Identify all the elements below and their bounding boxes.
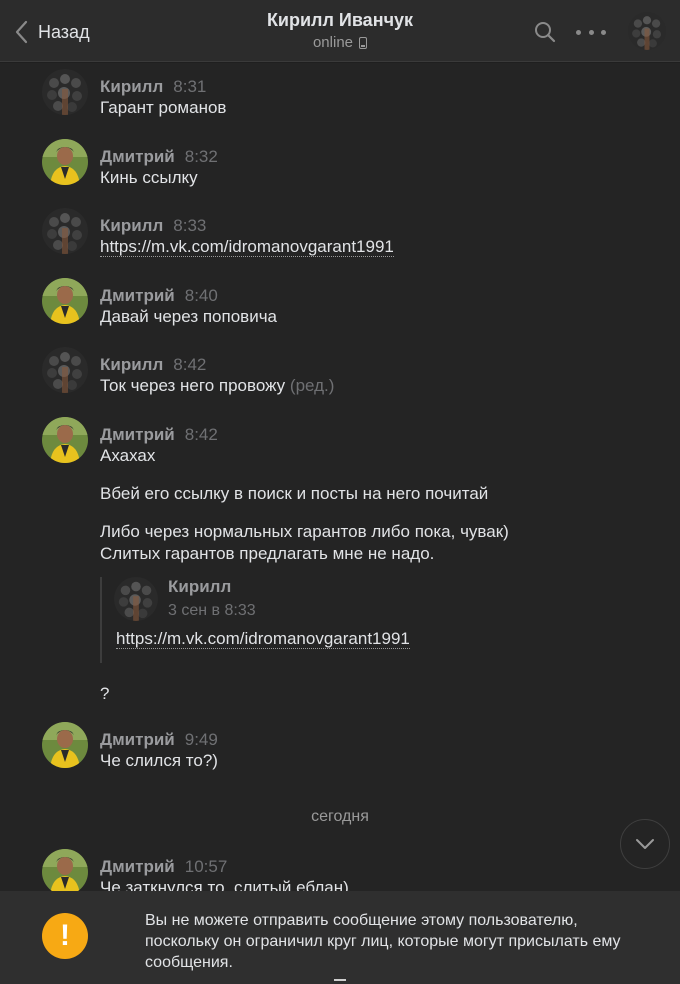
- author-avatar[interactable]: [42, 139, 88, 185]
- warning-icon: !: [42, 913, 88, 959]
- forwarded-message[interactable]: Кирилл 3 сен в 8:33 https://m.vk.com/idr…: [100, 577, 660, 663]
- message-text: Кинь ссылку: [100, 168, 198, 187]
- author-name[interactable]: Дмитрий: [100, 730, 175, 750]
- more-dot-icon: [588, 29, 594, 35]
- author-avatar[interactable]: [42, 278, 88, 324]
- date-separator: сегодня: [311, 808, 369, 825]
- scroll-down-button[interactable]: [620, 819, 670, 869]
- search-button[interactable]: [533, 20, 557, 44]
- author-name[interactable]: Кирилл: [100, 355, 163, 375]
- message-item: Дмитрий 8:32 Кинь ссылку: [42, 139, 662, 195]
- more-dot-icon: [576, 29, 581, 35]
- back-button[interactable]: Назад: [14, 18, 90, 46]
- message-text: Ахахах: [100, 446, 156, 465]
- message-text: Ток через него провожу: [100, 376, 286, 395]
- author-name[interactable]: Дмитрий: [100, 286, 175, 306]
- edited-label: (ред.): [289, 376, 335, 395]
- top-bar: Назад Кирилл Иванчук online: [0, 0, 680, 62]
- message-text: Че заткнулся то, слитый еблан): [100, 878, 349, 891]
- message-text: Вбей его ссылку в поиск и посты на него …: [100, 484, 489, 503]
- author-avatar[interactable]: [42, 69, 88, 115]
- forwarded-link[interactable]: https://m.vk.com/idromanovgarant1991: [116, 629, 410, 649]
- notice-text: Вы не можете отправить сообщение этому п…: [145, 912, 621, 971]
- search-icon: [535, 22, 556, 43]
- message-text: Давай через поповича: [100, 307, 278, 326]
- chevron-down-icon: [636, 839, 654, 849]
- forwarded-author[interactable]: Кирилл: [168, 577, 231, 597]
- forwarded-author-avatar[interactable]: [114, 577, 158, 621]
- message-text: ?: [100, 684, 110, 703]
- author-name[interactable]: Дмитрий: [100, 147, 175, 167]
- contact-avatar[interactable]: [628, 12, 666, 50]
- author-avatar[interactable]: [42, 417, 88, 463]
- message-text: Слитых гарантов предлагать мне не надо.: [100, 544, 435, 563]
- message-item: Кирилл 8:42 Ток через него провожу (ред.…: [42, 347, 662, 403]
- author-avatar[interactable]: [42, 347, 88, 393]
- message-time: 8:40: [184, 286, 218, 305]
- author-name[interactable]: Дмитрий: [100, 857, 175, 877]
- message-text: Че слился то?): [100, 751, 218, 770]
- write-restriction-notice: ! Вы не можете отправить сообщение этому…: [0, 891, 680, 984]
- chevron-left-icon: [15, 20, 28, 44]
- author-avatar[interactable]: [42, 722, 88, 768]
- message-item: Кирилл 8:31 Гарант романов: [42, 69, 662, 125]
- forwarded-time: 3 сен в 8:33: [168, 602, 256, 619]
- message-item: Дмитрий 10:57 Че заткнулся то, слитый еб…: [42, 849, 662, 891]
- message-time: 10:57: [184, 857, 228, 876]
- status-text: online: [312, 34, 354, 51]
- back-label: Назад: [38, 21, 90, 42]
- author-name[interactable]: Дмитрий: [100, 425, 175, 445]
- message-time: 8:32: [184, 147, 218, 166]
- author-avatar[interactable]: [42, 849, 88, 891]
- message-time: 8:42: [173, 355, 207, 374]
- message-time: 9:49: [184, 730, 218, 749]
- author-avatar[interactable]: [42, 208, 88, 254]
- more-button[interactable]: [576, 20, 606, 44]
- message-time: 8:31: [173, 77, 207, 96]
- message-text: Либо через нормальных гарантов либо пока…: [100, 522, 509, 541]
- message-item: Дмитрий 9:49 Че слился то?): [42, 722, 662, 778]
- message-history[interactable]: Кирилл 8:31 Гарант романов Дмитрий 8:32 …: [0, 63, 680, 891]
- author-name[interactable]: Кирилл: [100, 77, 163, 97]
- message-text: Гарант романов: [100, 98, 227, 117]
- message-time: 8:42: [184, 425, 218, 444]
- bottom-handle: [334, 979, 346, 981]
- message-item: Кирилл 8:33 https://m.vk.com/idromanovga…: [42, 208, 662, 264]
- author-name[interactable]: Кирилл: [100, 216, 163, 236]
- message-time: 8:33: [173, 216, 207, 235]
- mobile-icon: [359, 36, 368, 49]
- more-dot-icon: [601, 29, 606, 35]
- message-link[interactable]: https://m.vk.com/idromanovgarant1991: [100, 237, 394, 257]
- message-item: Дмитрий 8:40 Давай через поповича: [42, 278, 662, 334]
- message-item: Дмитрий 8:42 Ахахах Вбей его ссылку в по…: [42, 417, 662, 707]
